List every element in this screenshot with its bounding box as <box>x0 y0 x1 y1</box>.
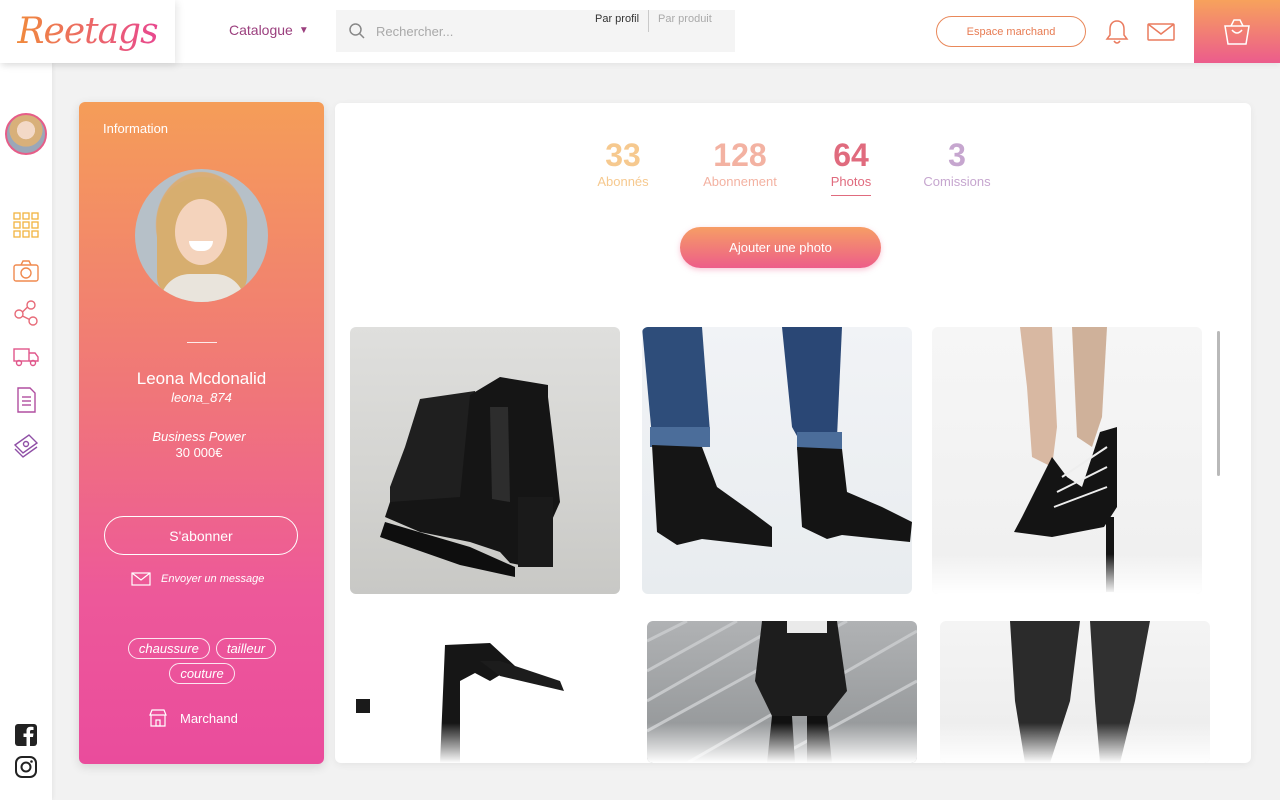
profile-card: Information Leona Mcdonalid leona_874 Bu… <box>79 102 324 764</box>
photo-tile[interactable] <box>940 621 1210 763</box>
stat-photos[interactable]: 64 Photos <box>823 136 879 189</box>
divider <box>187 342 217 343</box>
tag-chip[interactable]: couture <box>169 663 235 684</box>
catalogue-menu[interactable]: Catalogue ▼ <box>229 22 309 38</box>
photo-tile[interactable] <box>350 327 620 594</box>
profile-handle: leona_874 <box>171 390 232 405</box>
send-message-link[interactable]: Envoyer un message <box>131 572 264 586</box>
shopping-bag-icon <box>1224 18 1250 45</box>
add-photo-button[interactable]: Ajouter une photo <box>680 227 881 268</box>
bell-icon[interactable] <box>1104 18 1130 46</box>
stat-following[interactable]: 128 Abonnement <box>700 136 780 189</box>
camera-icon[interactable] <box>11 256 41 286</box>
search-input[interactable] <box>376 20 576 42</box>
caret-down-icon: ▼ <box>298 24 309 36</box>
stat-followers[interactable]: 33 Abonnés <box>593 136 653 189</box>
photo-tile[interactable] <box>932 327 1202 594</box>
shopping-bag-button[interactable] <box>1194 0 1280 63</box>
merchant-link[interactable]: Marchand <box>148 709 238 727</box>
avatar[interactable] <box>5 113 47 155</box>
photo-tile[interactable] <box>647 621 917 763</box>
section-label: Information <box>103 121 169 136</box>
send-message-label: Envoyer un message <box>161 573 265 585</box>
facebook-icon[interactable] <box>14 723 38 747</box>
instagram-icon[interactable] <box>14 755 38 779</box>
envelope-icon <box>131 572 151 586</box>
grid-icon[interactable] <box>11 210 41 240</box>
photo-tile[interactable] <box>350 621 620 763</box>
business-power-value: 30 000€ <box>175 445 223 460</box>
mail-icon[interactable] <box>1146 21 1176 43</box>
main-panel: 33 Abonnés 128 Abonnement 64 Photos 3 Co… <box>335 103 1251 763</box>
tag-list: chaussure tailleur couture <box>109 638 295 684</box>
stat-commissions[interactable]: 3 Comissions <box>918 136 996 189</box>
stat-label: Abonnement <box>703 174 777 189</box>
store-icon <box>149 709 167 727</box>
tag-chip[interactable]: chaussure <box>127 638 210 659</box>
search-mode-profile[interactable]: Par profil <box>595 13 639 25</box>
stat-label: Photos <box>830 174 872 189</box>
scrollbar[interactable] <box>1217 331 1220 476</box>
subscribe-button[interactable]: S'abonner <box>104 516 298 555</box>
stat-value: 3 <box>948 137 966 173</box>
stat-value: 128 <box>713 137 767 173</box>
search-icon <box>349 23 365 39</box>
document-icon[interactable] <box>11 385 41 415</box>
stat-value: 64 <box>833 137 869 173</box>
left-rail <box>0 63 52 800</box>
active-tab-underline <box>831 195 871 196</box>
stat-value: 33 <box>605 137 641 173</box>
profile-photo <box>135 169 268 302</box>
tag-chip[interactable]: tailleur <box>215 638 277 659</box>
catalogue-label: Catalogue <box>229 22 293 38</box>
share-icon[interactable] <box>11 298 41 328</box>
cash-icon[interactable] <box>11 430 41 460</box>
logo-text: Reetags <box>17 11 158 52</box>
logo[interactable]: Reetags <box>0 0 175 63</box>
search-mode-product[interactable]: Par produit <box>658 13 712 25</box>
merchant-space-button[interactable]: Espace marchand <box>936 16 1086 47</box>
search-mode-divider <box>648 10 649 32</box>
top-header: Reetags Catalogue ▼ Par profil Par produ… <box>0 0 1280 63</box>
stat-label: Abonnés <box>597 174 649 189</box>
merchant-label: Marchand <box>180 710 238 726</box>
photo-tile[interactable] <box>642 327 912 594</box>
business-power-label: Business Power <box>152 429 246 444</box>
stat-label: Comissions <box>923 174 991 189</box>
truck-icon[interactable] <box>11 341 41 371</box>
profile-name: Leona Mcdonalid <box>136 369 267 388</box>
